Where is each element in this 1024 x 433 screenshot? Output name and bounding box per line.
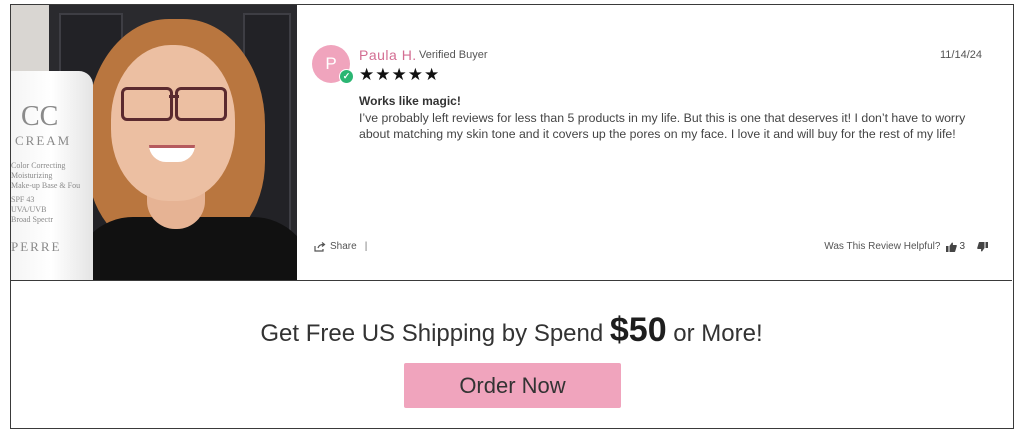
thumbs-up-count: 3 xyxy=(959,241,965,252)
photo-glasses-bridge xyxy=(169,95,179,98)
product-tube: CC CREAM Color Correcting Moisturizing M… xyxy=(11,71,93,280)
tube-text: Broad Spectr xyxy=(11,215,53,224)
tube-text: UVA/UVB xyxy=(11,205,47,214)
page-frame: CC CREAM Color Correcting Moisturizing M… xyxy=(10,4,1014,429)
promo-amount: $50 xyxy=(609,311,667,349)
verified-check-icon: ✓ xyxy=(339,69,354,84)
tube-text: Color Correcting xyxy=(11,161,66,170)
thumbs-up-icon xyxy=(946,242,958,252)
tube-text: Make-up Base & Fou xyxy=(11,181,81,190)
review-title: Works like magic! xyxy=(359,94,461,108)
review-card: CC CREAM Color Correcting Moisturizing M… xyxy=(11,5,1012,281)
helpful-section: Was This Review Helpful? 3 xyxy=(824,241,988,252)
review-date: 11/14/24 xyxy=(939,49,982,61)
helpful-label: Was This Review Helpful? xyxy=(824,241,941,252)
photo-glasses xyxy=(175,87,227,121)
share-icon xyxy=(314,241,326,252)
photo-face xyxy=(111,45,235,201)
shipping-promo-text: Get Free US Shipping by Spend $50 or Mor… xyxy=(11,311,1012,350)
review-content: P ✓ Paula H. Verified Buyer 11/14/24 ★★★… xyxy=(297,5,1012,280)
thumbs-down-icon xyxy=(977,241,988,251)
tube-text: CC xyxy=(21,101,59,132)
photo-glasses xyxy=(121,87,173,121)
tube-text: PERRE xyxy=(11,239,62,254)
avatar-initial: P xyxy=(325,54,337,73)
promo-text-after: or More! xyxy=(666,320,763,347)
tube-text: Moisturizing xyxy=(11,171,53,180)
promo-text-before: Get Free US Shipping by Spend xyxy=(260,320,610,347)
tube-text: CREAM xyxy=(15,133,72,148)
star-rating: ★★★★★ xyxy=(359,65,441,84)
tube-text: SPF 43 xyxy=(11,195,35,204)
thumbs-down-button[interactable] xyxy=(971,241,988,252)
order-now-button[interactable]: Order Now xyxy=(404,363,621,408)
review-body: I’ve probably left reviews for less than… xyxy=(359,111,966,141)
promo-section: Get Free US Shipping by Spend $50 or Mor… xyxy=(11,281,1012,427)
share-separator: | xyxy=(364,241,368,252)
review-photo[interactable]: CC CREAM Color Correcting Moisturizing M… xyxy=(11,5,297,280)
reviewer-name: Paula H. xyxy=(359,47,417,63)
share-button[interactable]: Share | xyxy=(314,241,367,252)
share-label: Share xyxy=(330,241,357,252)
thumbs-up-button[interactable]: 3 xyxy=(946,241,965,252)
verified-buyer-label: Verified Buyer xyxy=(419,49,488,61)
